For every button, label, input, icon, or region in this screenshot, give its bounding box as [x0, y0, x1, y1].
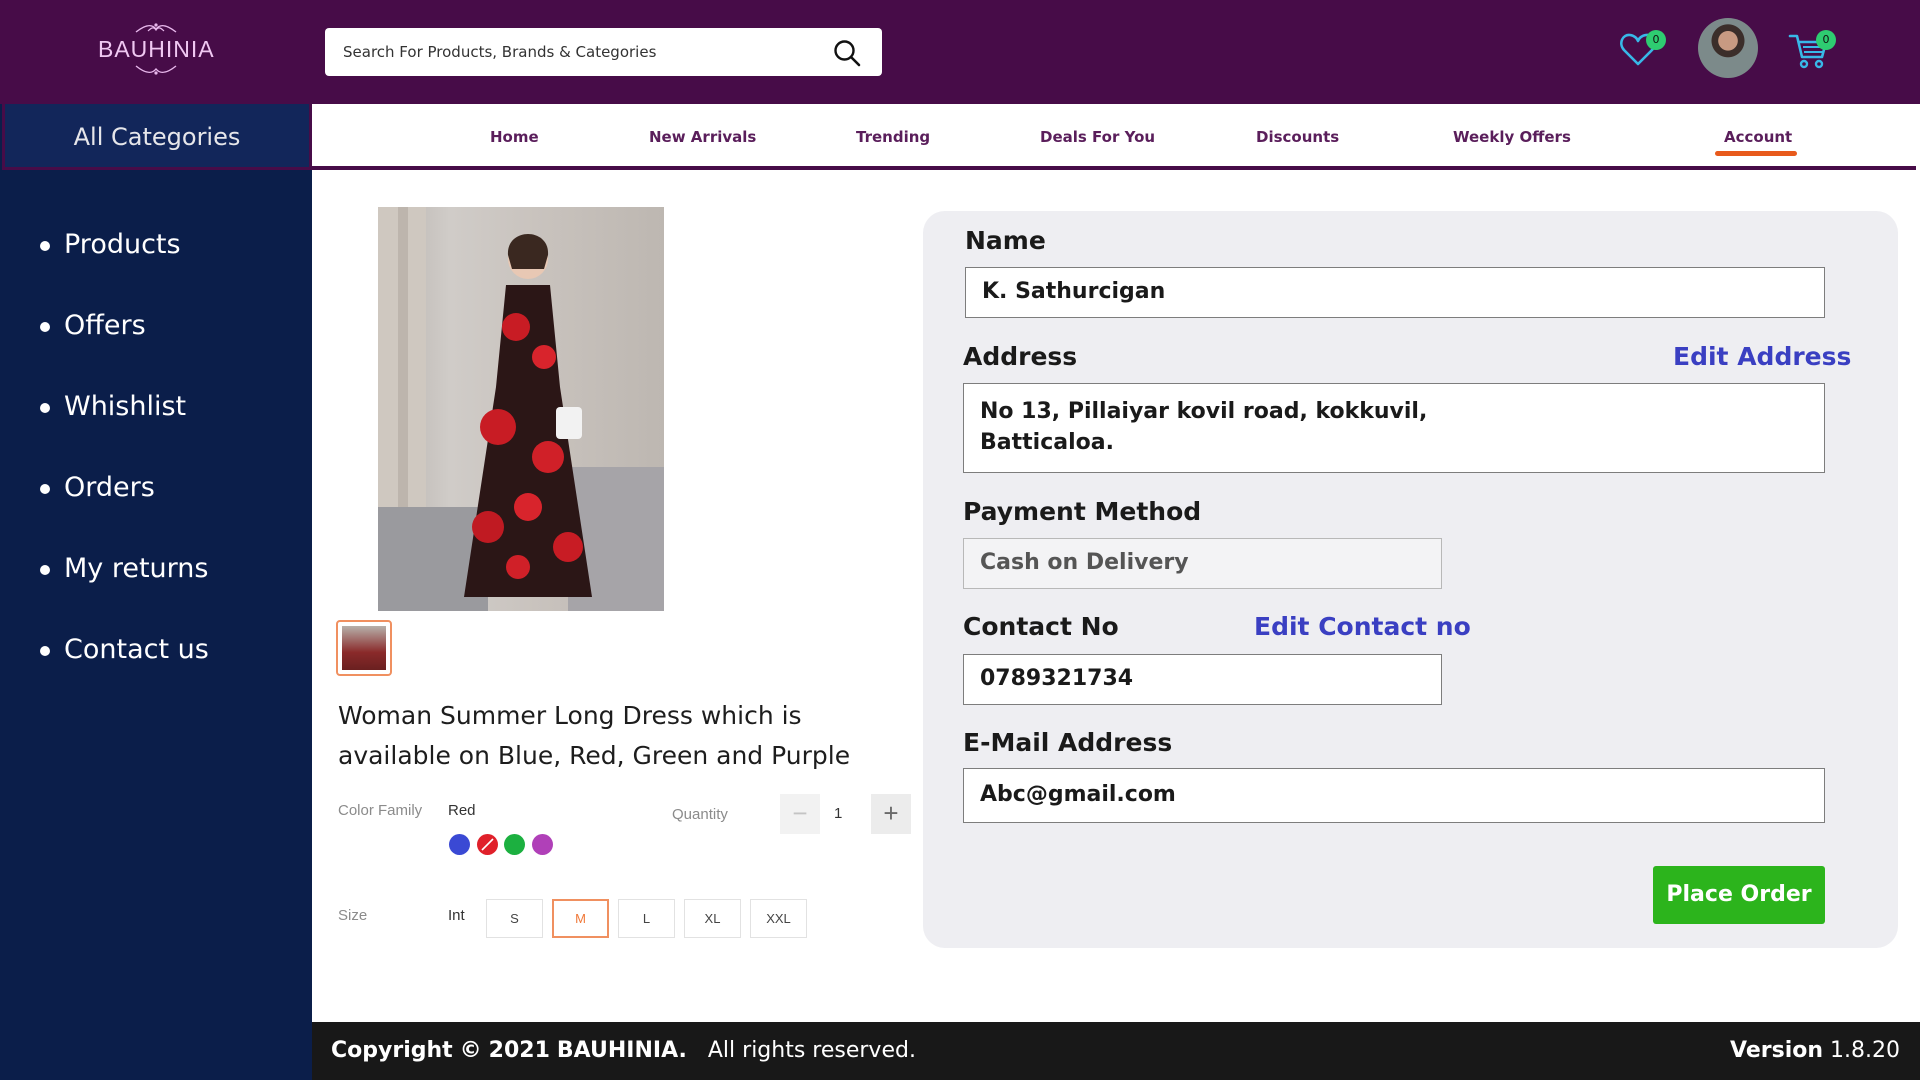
sidebar-item-wishlist[interactable]: Whishlist [40, 391, 209, 472]
color-swatch-red[interactable] [477, 834, 498, 855]
thumbnail-image [342, 626, 386, 670]
user-avatar[interactable] [1698, 18, 1758, 78]
selected-check-icon [481, 838, 494, 851]
name-label: Name [965, 226, 1046, 255]
top-header: BAUHINIA 0 0 [0, 0, 1920, 104]
logo-text: BAUHINIA [98, 36, 215, 62]
size-option-xl[interactable]: XL [684, 899, 741, 938]
search-input[interactable] [343, 40, 813, 64]
cart-button[interactable]: 0 [1788, 26, 1838, 70]
sidebar-item-my-returns[interactable]: My returns [40, 553, 209, 634]
email-field[interactable]: Abc@gmail.com [963, 768, 1825, 823]
email-label: E-Mail Address [963, 728, 1173, 757]
dress-image [378, 207, 664, 611]
size-option-l[interactable]: L [618, 899, 675, 938]
quantity-value: 1 [834, 805, 843, 822]
footer: Copyright © 2021 BAUHINIA. All rights re… [312, 1022, 1920, 1080]
payment-method-field[interactable]: Cash on Delivery [963, 538, 1442, 589]
footer-brand: BAUHINIA. [556, 1038, 687, 1063]
size-option-s[interactable]: S [486, 899, 543, 938]
sidebar-item-orders[interactable]: Orders [40, 472, 209, 553]
wishlist-count-badge: 0 [1646, 30, 1666, 50]
color-swatch-green[interactable] [504, 834, 525, 855]
size-option-m[interactable]: M [552, 899, 609, 938]
nav-weekly-offers[interactable]: Weekly Offers [1453, 128, 1571, 146]
size-label: Size [338, 907, 368, 924]
color-swatch-blue[interactable] [449, 834, 470, 855]
edit-address-link[interactable]: Edit Address [1673, 342, 1851, 371]
quantity-label: Quantity [672, 806, 728, 823]
sidebar-item-offers[interactable]: Offers [40, 310, 209, 391]
sidebar-item-products[interactable]: Products [40, 229, 209, 310]
address-label: Address [963, 342, 1078, 371]
version-label: Version [1730, 1038, 1824, 1063]
wishlist-button[interactable]: 0 [1618, 26, 1666, 70]
color-swatch-purple[interactable] [532, 834, 553, 855]
nav-trending[interactable]: Trending [856, 128, 930, 146]
address-line-2: Batticaloa. [980, 430, 1114, 455]
nav-account[interactable]: Account [1724, 128, 1792, 146]
nav-deals-for-you[interactable]: Deals For You [1040, 128, 1155, 146]
all-categories-button[interactable]: All Categories [2, 104, 312, 170]
place-order-button[interactable]: Place Order [1653, 866, 1825, 924]
search-bar [325, 28, 882, 76]
payment-method-label: Payment Method [963, 497, 1202, 526]
search-icon[interactable] [832, 38, 862, 68]
brand-logo[interactable]: BAUHINIA [98, 22, 214, 80]
edit-contact-link[interactable]: Edit Contact no [1254, 612, 1471, 641]
version-number: 1.8.20 [1830, 1038, 1900, 1063]
address-line-1: No 13, Pillaiyar kovil road, kokkuvil, [980, 399, 1428, 424]
quantity-increase-button[interactable]: + [871, 794, 911, 834]
nav-discounts[interactable]: Discounts [1256, 128, 1339, 146]
name-field[interactable]: K. Sathurcigan [965, 267, 1825, 318]
cart-count-badge: 0 [1816, 30, 1836, 50]
product-title: Woman Summer Long Dress which is availab… [338, 701, 851, 770]
copyright-year: 2021 [488, 1038, 550, 1063]
quantity-decrease-button[interactable]: − [780, 794, 820, 834]
nav-home[interactable]: Home [490, 128, 539, 146]
contact-no-field[interactable]: 0789321734 [963, 654, 1442, 705]
size-option-xxl[interactable]: XXL [750, 899, 807, 938]
logo-flourish-icon [135, 23, 177, 33]
selected-color-value: Red [448, 802, 476, 819]
rights-reserved-text: All rights reserved. [707, 1038, 916, 1063]
color-family-label: Color Family [338, 802, 423, 819]
sidebar: All Categories Products Offers Whishlist… [0, 104, 312, 1080]
main-nav: Home New Arrivals Trending Deals For You… [312, 104, 1916, 170]
size-system-label: Int [448, 907, 465, 924]
contact-no-label: Contact No [963, 612, 1119, 641]
active-tab-indicator [1715, 151, 1797, 156]
product-main-image [378, 207, 664, 611]
version-text: Version 1.8.20 [1730, 1038, 1900, 1063]
sidebar-item-contact-us[interactable]: Contact us [40, 634, 209, 715]
copyright-word: Copyright [331, 1038, 453, 1063]
copyright-symbol: © [459, 1038, 482, 1063]
address-field[interactable]: No 13, Pillaiyar kovil road, kokkuvil, B… [963, 383, 1825, 473]
logo-flourish-bottom-icon [135, 65, 177, 75]
product-thumbnail[interactable] [336, 620, 392, 676]
nav-new-arrivals[interactable]: New Arrivals [649, 128, 756, 146]
copyright-text: Copyright © 2021 BAUHINIA. All rights re… [331, 1038, 916, 1063]
sidebar-menu: Products Offers Whishlist Orders My retu… [40, 229, 209, 715]
